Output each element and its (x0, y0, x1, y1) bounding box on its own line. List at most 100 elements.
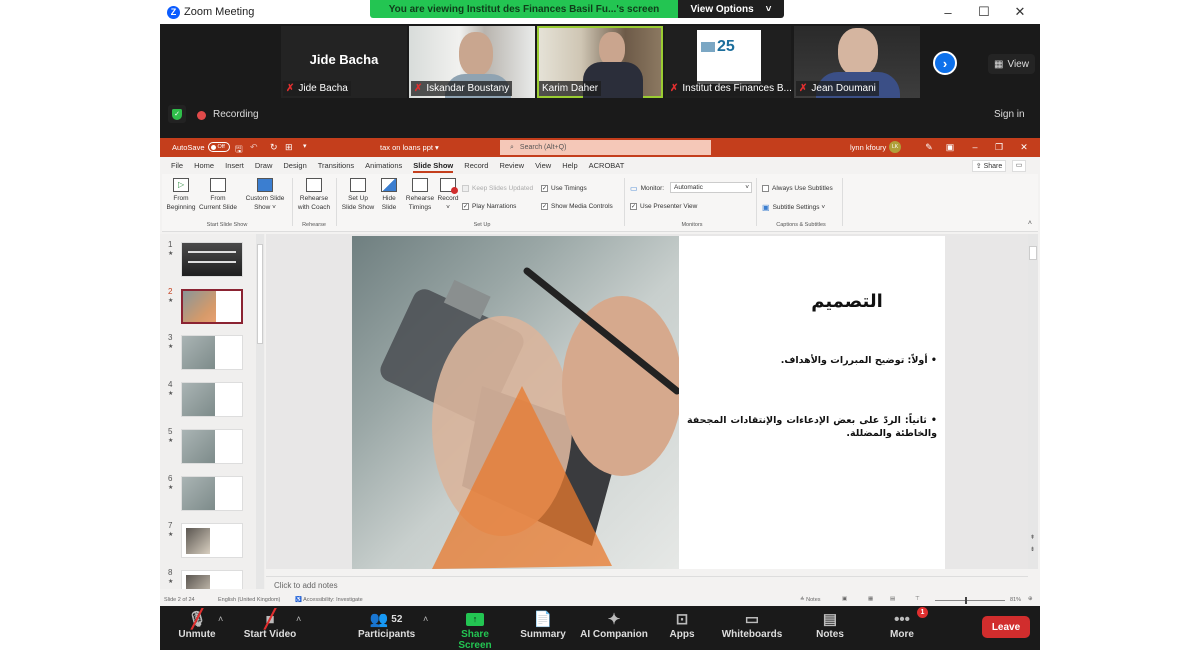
tab-insert[interactable]: Insert (225, 159, 244, 172)
record-button[interactable]: Record ˅ (436, 178, 460, 212)
next-page-button[interactable]: › (933, 51, 957, 75)
tab-design[interactable]: Design (283, 159, 306, 172)
present-icon[interactable]: ⊞ (285, 142, 293, 153)
slide-thumbnail[interactable] (181, 476, 243, 511)
participant-tile[interactable]: 25 ✗ Institut des Finances B... (665, 26, 791, 98)
sign-in-button[interactable]: Sign in (994, 109, 1025, 120)
notes-pane[interactable]: Click to add notes (266, 576, 1028, 595)
participants-caret[interactable]: ˄ (423, 614, 428, 624)
play-narrations-checkbox[interactable]: ✓ Play Narrations (462, 203, 516, 210)
summary-button[interactable]: 📄 Summary (520, 609, 566, 640)
participant-tile[interactable]: ✗ Iskandar Boustany (409, 26, 535, 98)
ppt-minimize-button[interactable]: – (966, 140, 984, 155)
always-use-subtitles-checkbox[interactable]: Always Use Subtitles (762, 185, 833, 192)
audio-options-caret[interactable]: ˄ (218, 614, 223, 624)
tab-record[interactable]: Record (464, 159, 488, 172)
from-current-slide-button[interactable]: From Current Slide (198, 178, 238, 212)
start-video-button[interactable]: ■ ╱ Start Video (242, 609, 298, 641)
tab-draw[interactable]: Draw (255, 159, 273, 172)
rehearse-timings-button[interactable]: Rehearse Timings (404, 178, 436, 212)
participants-button[interactable]: 👥 52 Participants (358, 609, 415, 640)
participant-tile[interactable]: Jide Bacha ✗ Jide Bacha (281, 26, 407, 98)
redo-icon[interactable]: ↻ (270, 142, 278, 153)
thumbnails-scrollbar[interactable] (256, 234, 264, 589)
ppt-restore-button[interactable]: ❐ (990, 140, 1008, 155)
zoom-slider[interactable] (935, 597, 1005, 604)
scrollbar-thumb[interactable] (257, 244, 263, 344)
current-slide[interactable]: التصميم • أولاً: توضيح المبررات والأهداف… (352, 236, 945, 569)
tab-view[interactable]: View (535, 159, 551, 172)
close-button[interactable]: ✕ (1002, 0, 1038, 24)
undo-icon[interactable]: ↶ (250, 142, 258, 153)
user-name[interactable]: lynn kfoury (850, 143, 886, 152)
notes-toggle[interactable]: ≙ Notes (800, 597, 821, 603)
slide-bullet[interactable]: • أولاً: توضيح المبررات والأهداف. (697, 354, 937, 367)
save-icon[interactable]: 🖫 (235, 142, 243, 158)
tab-slide-show[interactable]: Slide Show (413, 159, 454, 173)
tab-acrobat[interactable]: ACROBAT (589, 159, 625, 172)
video-options-caret[interactable]: ˄ (296, 614, 301, 624)
view-options-button[interactable]: View Options ˅ (678, 0, 784, 18)
apps-button[interactable]: ⊡ Apps (664, 609, 700, 640)
view-button[interactable]: ▦ View (988, 54, 1035, 74)
zoom-slider-handle[interactable] (965, 597, 967, 604)
fit-slide-icon[interactable]: ⊕ (1028, 596, 1033, 602)
document-title[interactable]: tax on loans ppt ▾ (380, 143, 439, 152)
tab-file[interactable]: File (171, 159, 183, 172)
comments-button[interactable]: ▭ (1012, 160, 1026, 172)
tab-transitions[interactable]: Transitions (318, 159, 354, 172)
more-button[interactable]: ••• 1 More (884, 607, 928, 640)
from-beginning-button[interactable]: ▷ From Beginning (166, 178, 196, 212)
set-up-slide-show-button[interactable]: Set Up Slide Show (340, 178, 376, 212)
slide-title[interactable]: التصميم (772, 291, 922, 312)
toggle-switch[interactable]: Off (207, 142, 230, 152)
minimize-button[interactable]: – (930, 0, 966, 24)
reading-view-icon[interactable]: ▤ (890, 596, 895, 602)
collapse-ribbon-icon[interactable]: ˄ (1028, 220, 1032, 227)
rehearse-with-coach-button[interactable]: Rehearse with Coach (296, 178, 332, 212)
pen-icon[interactable]: ✎ (920, 140, 938, 155)
slide-thumbnail[interactable] (181, 382, 243, 417)
slideshow-view-icon[interactable]: ⊤ (915, 596, 920, 602)
tab-help[interactable]: Help (562, 159, 577, 172)
keep-slides-updated-checkbox[interactable]: Keep Slides Updated (462, 185, 533, 192)
slide-thumbnail[interactable] (181, 335, 243, 370)
notes-button[interactable]: ▤ Notes (812, 609, 848, 640)
zoom-level[interactable]: 81% (1010, 597, 1021, 603)
subtitle-settings-button[interactable]: ▣ Subtitle Settings ˅ (762, 203, 825, 212)
slide-thumbnail[interactable] (181, 570, 243, 589)
search-box[interactable]: ⌕ Search (Alt+Q) (500, 140, 711, 155)
ribbon-display-icon[interactable]: ▣ (941, 140, 959, 155)
participant-tile-active[interactable]: Karim Daher (537, 26, 663, 98)
slide-bullet[interactable]: • ثانياً: الردّ على بعض الإدعاءات والإنت… (687, 414, 937, 440)
custom-slide-show-button[interactable]: Custom Slide Show ˅ (244, 178, 286, 212)
share-screen-button[interactable]: ↑ Share Screen (446, 609, 504, 650)
participant-tile[interactable]: ✗ Jean Doumani (794, 26, 920, 98)
accessibility-status[interactable]: ♿ Accessibility: Investigate (295, 597, 363, 603)
whiteboards-button[interactable]: ▭ Whiteboards (720, 609, 784, 640)
slide-thumbnail-selected[interactable] (181, 289, 243, 324)
monitor-select[interactable]: Automatic ˅ (670, 182, 752, 193)
security-button[interactable]: ✓ (168, 105, 186, 123)
autosave-toggle[interactable]: AutoSave Off (172, 142, 230, 152)
slide-sorter-icon[interactable]: ▦ (868, 596, 873, 602)
ai-companion-button[interactable]: ✦ AI Companion (580, 609, 648, 640)
hide-slide-button[interactable]: Hide Slide (378, 178, 400, 212)
slide-thumbnail[interactable] (181, 523, 243, 558)
share-button[interactable]: ⇪ Share (972, 160, 1006, 172)
editor-scrollbar[interactable]: ⇞ ⇟ (1028, 234, 1038, 569)
normal-view-icon[interactable]: ▣ (842, 596, 847, 602)
leave-button[interactable]: Leave (982, 616, 1030, 638)
tab-animations[interactable]: Animations (365, 159, 402, 172)
use-timings-checkbox[interactable]: ✓ Use Timings (541, 185, 587, 192)
tab-home[interactable]: Home (194, 159, 214, 172)
next-slide-icon[interactable]: ⇟ (1030, 546, 1035, 553)
scrollbar-thumb[interactable] (1029, 246, 1037, 260)
use-presenter-view-checkbox[interactable]: ✓ Use Presenter View (630, 203, 697, 210)
customize-toolbar-icon[interactable]: ▾ (303, 142, 307, 150)
tab-review[interactable]: Review (499, 159, 524, 172)
language-indicator[interactable]: English (United Kingdom) (218, 597, 280, 603)
unmute-button[interactable]: 🎙 ╱ Unmute (174, 609, 220, 641)
avatar[interactable]: LK (889, 141, 901, 153)
prev-slide-icon[interactable]: ⇞ (1030, 534, 1035, 541)
